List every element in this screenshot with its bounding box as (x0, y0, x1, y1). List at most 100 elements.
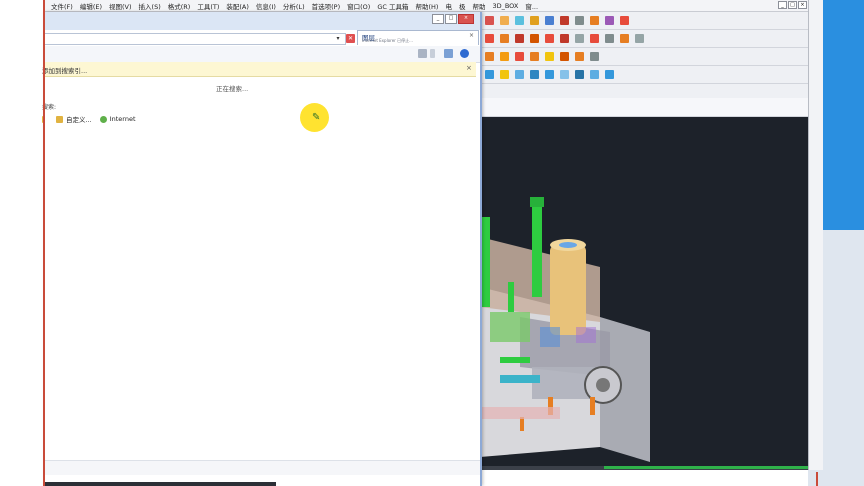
menu-item-pole[interactable]: 极 (459, 1, 466, 11)
menu-item-3dbox[interactable]: 3D_BOX (492, 2, 518, 10)
menu-item-info[interactable]: 信息(I) (256, 1, 276, 11)
sketch-arc-icon[interactable] (500, 34, 509, 43)
window-border (43, 0, 45, 486)
close-button[interactable]: × (798, 1, 807, 9)
view-icon[interactable] (590, 70, 599, 79)
view-icon[interactable] (515, 70, 524, 79)
address-bar[interactable] (44, 33, 346, 45)
close-button[interactable]: × (458, 14, 474, 24)
chevron-down-icon[interactable] (430, 49, 435, 58)
globe-icon (99, 115, 107, 123)
cad-menubar: 文件(F) 编辑(E) 视图(V) 插入(S) 格式(R) 工具(T) 装配(A… (44, 0, 808, 12)
information-bar[interactable]: 添加到搜索引... × (42, 62, 476, 77)
feature-icon[interactable] (560, 52, 569, 61)
info-bar-close-icon[interactable]: × (466, 64, 472, 72)
tool-icon[interactable] (485, 16, 494, 25)
view-icon[interactable] (500, 70, 509, 79)
tool-icon[interactable] (590, 16, 599, 25)
background-window (808, 0, 823, 470)
cad-3d-viewport[interactable] (480, 117, 808, 466)
shortcut-label: Internet (109, 115, 136, 123)
chevron-down-icon[interactable]: ▾ (334, 34, 342, 43)
cad-window-controls: _ □ × (776, 0, 808, 9)
menu-item-format[interactable]: 格式(R) (168, 1, 191, 11)
cad-toolbar-row-2 (479, 30, 809, 48)
tool-icon[interactable] (515, 16, 524, 25)
page-icon[interactable] (418, 49, 427, 58)
view-icon[interactable] (545, 70, 554, 79)
minimize-button[interactable]: _ (432, 14, 444, 24)
sketch-constraint-icon[interactable] (635, 34, 644, 43)
folder-icon (56, 115, 63, 123)
stop-button[interactable]: ✕ (346, 34, 355, 43)
tool-icon[interactable] (560, 16, 569, 25)
searching-status: 正在搜索... (216, 85, 249, 93)
menu-item-edit[interactable]: 编辑(E) (80, 1, 102, 11)
maximize-button[interactable]: □ (445, 14, 457, 24)
window-border (816, 472, 818, 486)
menu-item-assembly[interactable]: 装配(A) (226, 1, 249, 11)
maximize-button[interactable]: □ (788, 1, 797, 9)
desktop-background (822, 0, 864, 230)
cad-toolbar-row-5 (479, 84, 809, 99)
menu-item-more[interactable]: 窗... (525, 1, 538, 11)
sketch-mirror-icon[interactable] (605, 34, 614, 43)
feature-icon[interactable] (500, 52, 509, 61)
busy-cursor-icon: ✎ (312, 112, 321, 123)
tool-icon[interactable] (545, 16, 554, 25)
feature-icon[interactable] (545, 52, 554, 61)
cad-toolbar-row-4 (479, 66, 809, 84)
browser-tab[interactable]: 图层 Internet Explorer 已停止... × (357, 30, 479, 45)
view-icon[interactable] (605, 70, 614, 79)
sketch-circle-icon[interactable] (515, 34, 524, 43)
sketch-trim-icon[interactable] (560, 34, 569, 43)
feature-icon[interactable] (590, 52, 599, 61)
menu-item-insert[interactable]: 插入(S) (139, 1, 161, 11)
tool-icon[interactable] (575, 16, 584, 25)
taskbar-fragment (44, 482, 276, 486)
menu-item-tools[interactable]: 工具(T) (197, 1, 219, 11)
feature-icon[interactable] (515, 52, 524, 61)
tools-icon[interactable] (444, 49, 453, 58)
menu-item-view[interactable]: 视图(V) (109, 1, 132, 11)
shortcut-item-internet[interactable]: Internet (99, 115, 136, 123)
help-icon[interactable] (460, 49, 469, 58)
tab-close-icon[interactable]: × (469, 32, 474, 39)
desktop-left-strip (0, 0, 44, 486)
feature-icon[interactable] (575, 52, 584, 61)
sketch-point-icon[interactable] (575, 34, 584, 43)
menu-item-electric[interactable]: 电 (445, 1, 452, 11)
sketch-fillet-icon[interactable] (545, 34, 554, 43)
feature-icon[interactable] (485, 52, 494, 61)
menu-item-help2[interactable]: 帮助 (472, 1, 485, 11)
tool-icon[interactable] (500, 16, 509, 25)
3d-model-render (480, 197, 650, 462)
tool-icon[interactable] (605, 16, 614, 25)
menu-item-analysis[interactable]: 分析(L) (283, 1, 305, 11)
menu-item-window[interactable]: 窗口(O) (347, 1, 370, 11)
sketch-dim-icon[interactable] (620, 34, 629, 43)
view-icon[interactable] (575, 70, 584, 79)
sketch-line-icon[interactable] (485, 34, 494, 43)
shortcut-row: 自定义... Internet (42, 113, 144, 125)
menu-item-preferences[interactable]: 首选项(P) (312, 1, 341, 11)
progress-bar (604, 466, 814, 469)
feature-icon[interactable] (530, 52, 539, 61)
view-icon[interactable] (485, 70, 494, 79)
shortcut-item-custom[interactable]: 自定义... (56, 114, 92, 124)
sketch-offset-icon[interactable] (590, 34, 599, 43)
tab-subtitle: Internet Explorer 已停止... (362, 38, 413, 43)
view-icon[interactable] (560, 70, 569, 79)
tool-icon[interactable] (620, 16, 629, 25)
minimize-button[interactable]: _ (778, 1, 787, 9)
menu-item-gc-toolbox[interactable]: GC 工具箱 (377, 1, 408, 11)
command-bar (44, 46, 480, 63)
browser-status-bar (44, 460, 480, 475)
info-bar-text: 添加到搜索引... (42, 67, 88, 75)
view-icon[interactable] (530, 70, 539, 79)
tool-icon[interactable] (530, 16, 539, 25)
browser-titlebar: _ □ × (44, 12, 480, 30)
menu-item-file[interactable]: 文件(F) (51, 1, 73, 11)
sketch-rect-icon[interactable] (530, 34, 539, 43)
menu-item-help[interactable]: 帮助(H) (415, 1, 438, 11)
